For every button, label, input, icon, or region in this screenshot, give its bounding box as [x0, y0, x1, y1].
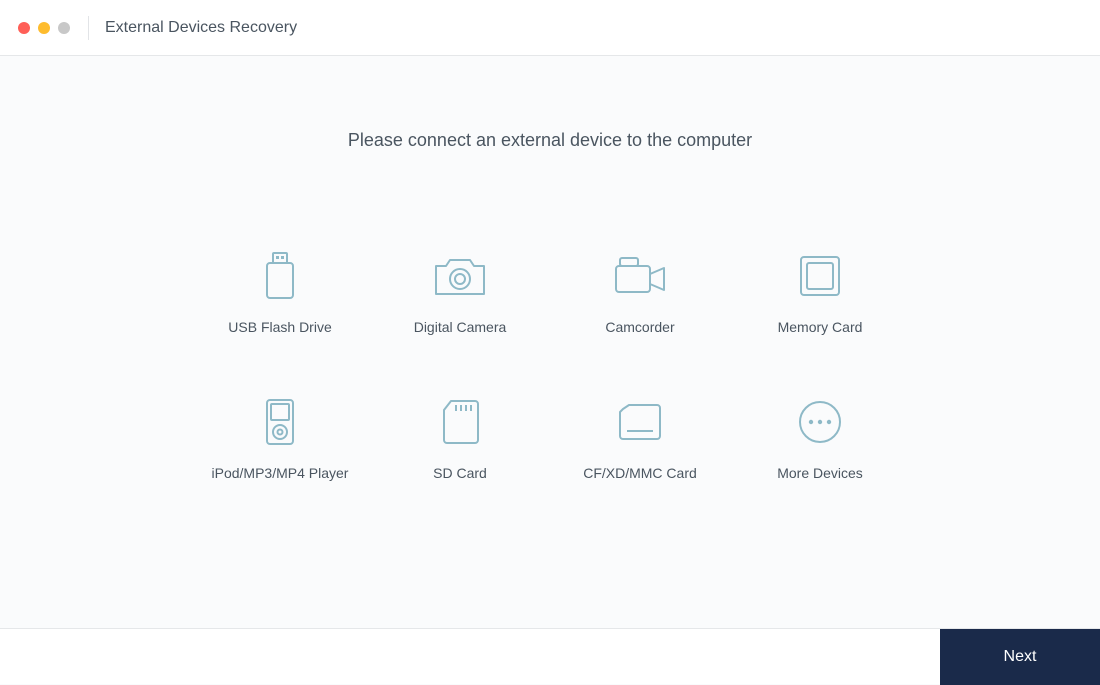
- device-usb-flash-drive[interactable]: USB Flash Drive: [190, 251, 370, 381]
- device-sd-card[interactable]: SD Card: [370, 397, 550, 527]
- device-grid: USB Flash Drive Digital Camera: [190, 251, 910, 527]
- device-digital-camera[interactable]: Digital Camera: [370, 251, 550, 381]
- device-label: SD Card: [433, 465, 487, 481]
- page-title: External Devices Recovery: [105, 19, 297, 37]
- close-window-button[interactable]: [18, 22, 30, 34]
- device-more-devices[interactable]: More Devices: [730, 397, 910, 527]
- device-label: iPod/MP3/MP4 Player: [212, 465, 349, 481]
- sd-card-icon: [441, 397, 479, 447]
- window-controls: [18, 22, 70, 34]
- cf-card-icon: [617, 397, 663, 447]
- titlebar: External Devices Recovery: [0, 0, 1100, 56]
- digital-camera-icon: [432, 251, 488, 301]
- device-label: Camcorder: [605, 319, 674, 335]
- device-cf-xd-mmc-card[interactable]: CF/XD/MMC Card: [550, 397, 730, 527]
- memory-card-icon: [797, 251, 843, 301]
- next-button-label: Next: [1004, 648, 1037, 666]
- device-ipod-mp3-mp4-player[interactable]: iPod/MP3/MP4 Player: [190, 397, 370, 527]
- more-devices-icon: [797, 397, 843, 447]
- title-divider: [88, 16, 89, 40]
- prompt-text: Please connect an external device to the…: [348, 130, 752, 151]
- next-button[interactable]: Next: [940, 629, 1100, 685]
- minimize-window-button[interactable]: [38, 22, 50, 34]
- device-label: Digital Camera: [414, 319, 507, 335]
- device-label: More Devices: [777, 465, 863, 481]
- camcorder-icon: [612, 251, 668, 301]
- device-label: CF/XD/MMC Card: [583, 465, 697, 481]
- device-camcorder[interactable]: Camcorder: [550, 251, 730, 381]
- device-memory-card[interactable]: Memory Card: [730, 251, 910, 381]
- maximize-window-button[interactable]: [58, 22, 70, 34]
- ipod-icon: [264, 397, 296, 447]
- main-content: Please connect an external device to the…: [0, 56, 1100, 628]
- device-label: USB Flash Drive: [228, 319, 331, 335]
- footer: Next: [0, 628, 1100, 684]
- usb-flash-drive-icon: [265, 251, 295, 301]
- device-label: Memory Card: [778, 319, 863, 335]
